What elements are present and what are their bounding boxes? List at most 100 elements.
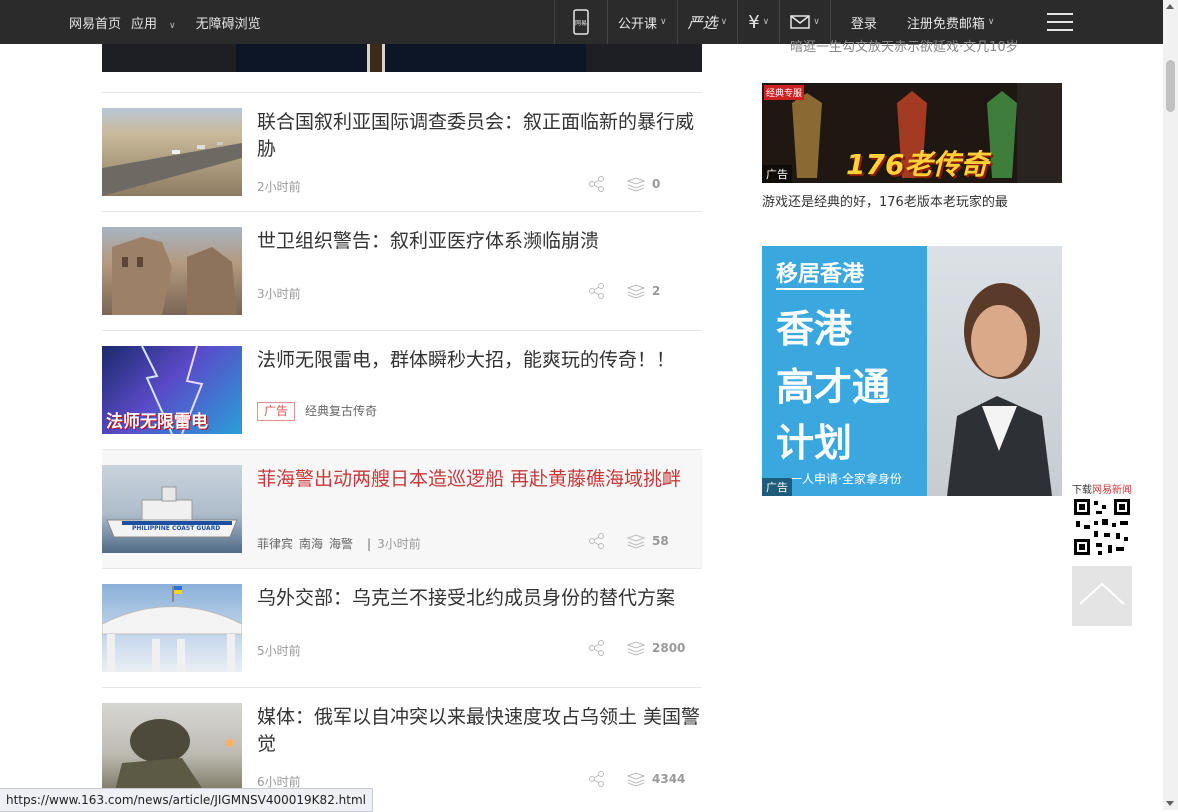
comment-stack-icon xyxy=(626,772,646,787)
share-icon[interactable] xyxy=(588,282,606,300)
news-time: 5小时前 xyxy=(257,644,301,658)
ad-title[interactable]: 法师无限雷电，群体瞬秒大招，能爽玩的传奇！！ xyxy=(257,347,702,374)
ad-thumbnail[interactable]: 法师无限雷电 xyxy=(102,346,242,434)
news-item[interactable]: 世卫组织警告：叙利亚医疗体系濒临崩溃 3小时前 2 xyxy=(102,211,702,331)
hero-tie xyxy=(370,44,382,72)
ad-photo-panel xyxy=(927,246,1062,496)
news-time: 2小时前 xyxy=(257,180,301,194)
divider: | xyxy=(367,537,372,551)
news-title[interactable]: 菲海警出动两艘日本造巡逻船 再赴黄藤礁海域挑衅 xyxy=(257,466,702,493)
download-text: 下载 xyxy=(1072,485,1092,496)
comment-count[interactable]: 2 xyxy=(626,282,706,300)
ad-heading: 移居香港 xyxy=(776,256,865,290)
chevron-down-icon: ∨ xyxy=(720,17,728,27)
game-ad-badge: 经典专服 xyxy=(764,85,805,100)
game-ad-title: 176老传奇 xyxy=(846,148,989,181)
ad-source[interactable]: 经典复古传奇 xyxy=(305,404,377,418)
tag-link[interactable]: 南海 xyxy=(299,537,323,551)
qr-code-icon[interactable] xyxy=(1072,497,1132,557)
chevron-down-icon: ∨ xyxy=(762,17,770,27)
news-tags: 菲律宾 南海 海警 | 3小时前 xyxy=(257,535,427,552)
yanxuan-menu[interactable]: 严选 ∨ xyxy=(676,0,738,44)
comment-stack-icon xyxy=(626,534,646,549)
hero-suit xyxy=(236,44,586,72)
sidebar-ad-hongkong[interactable]: 移居香港 香港 高才通 计划 一人申请·全家拿身份 广告 xyxy=(762,246,1062,496)
ad-meta: 广告 经典复古传奇 xyxy=(257,402,377,421)
download-app-label[interactable]: 下载网易新闻 xyxy=(1072,481,1132,496)
ruined-building-scene xyxy=(112,237,237,315)
apps-menu[interactable]: 应用 ∨ xyxy=(131,13,186,32)
ad-footer: 一人申请·全家拿身份 xyxy=(790,472,902,486)
news-title[interactable]: 乌外交部：乌克兰不接受北约成员身份的替代方案 xyxy=(257,585,702,612)
ad-badge: 广告 xyxy=(257,402,296,421)
ad-thumb-text: 法师无限雷电 xyxy=(106,412,208,432)
back-to-top-button[interactable] xyxy=(1072,566,1132,626)
news-thumbnail[interactable] xyxy=(102,584,242,672)
sidebar-ad-game[interactable]: 经典专服 176老传奇 广告 xyxy=(762,83,1062,183)
comment-count-value: 58 xyxy=(652,534,669,548)
ad-line-1: 香港 xyxy=(776,307,853,351)
woman-on-phone xyxy=(947,283,1052,496)
scroll-down-arrow-icon[interactable] xyxy=(1166,801,1174,806)
scroll-thumb[interactable] xyxy=(1166,60,1175,112)
phone-icon: 网易 xyxy=(573,9,589,35)
apps-label: 应用 xyxy=(131,16,158,32)
menu-icon[interactable] xyxy=(1047,13,1073,31)
comment-stack-icon xyxy=(626,177,646,192)
comment-count-value: 2 xyxy=(652,284,661,298)
comment-count[interactable]: 2800 xyxy=(626,639,706,657)
tag-link[interactable]: 菲律宾 xyxy=(257,537,293,551)
news-title[interactable]: 世卫组织警告：叙利亚医疗体系濒临崩溃 xyxy=(257,228,702,255)
news-title[interactable]: 媒体：俄军以自冲突以来最快速度攻占乌领土 美国警觉 xyxy=(257,704,702,758)
ad-news-item[interactable]: 法师无限雷电 法师无限雷电，群体瞬秒大招，能爽玩的传奇！！ 广告 经典复古传奇 xyxy=(102,330,702,450)
comment-count-value: 2800 xyxy=(652,641,686,655)
news-thumbnail[interactable]: PHILIPPINE COAST GUARD xyxy=(102,465,242,553)
accessible-browse-link[interactable]: 无障碍浏览 xyxy=(196,13,261,32)
sidebar-ad-caption[interactable]: 游戏还是经典的好，176老版本老玩家的最 xyxy=(762,191,1008,210)
columns-building-scene xyxy=(102,586,242,672)
news-thumbnail[interactable] xyxy=(102,108,242,196)
ad-line-2: 高才通 xyxy=(776,365,891,409)
comment-stack-icon xyxy=(626,284,646,299)
share-icon[interactable] xyxy=(588,770,606,788)
share-icon[interactable] xyxy=(588,532,606,550)
mobile-news-link[interactable]: 网易 xyxy=(554,0,607,44)
scroll-up-arrow-icon[interactable] xyxy=(1166,4,1174,9)
chevron-down-icon: ∨ xyxy=(813,17,820,27)
share-icon[interactable] xyxy=(588,175,606,193)
comment-count[interactable]: 0 xyxy=(626,175,706,193)
news-item-hovered[interactable]: PHILIPPINE COAST GUARD 菲海警出动两艘日本造巡逻船 再赴黄… xyxy=(102,449,702,569)
register-email-label: 注册免费邮箱 xyxy=(906,16,985,32)
share-icon[interactable] xyxy=(588,639,606,657)
mail-icon xyxy=(790,15,811,29)
pay-icon: ¥ xyxy=(748,11,760,33)
svg-text:网易: 网易 xyxy=(575,20,587,27)
home-link[interactable]: 网易首页 xyxy=(69,13,121,32)
comment-count-value: 4344 xyxy=(652,772,686,786)
news-item[interactable]: 乌外交部：乌克兰不接受北约成员身份的替代方案 5小时前 2800 xyxy=(102,568,702,688)
app-name: 网易新闻 xyxy=(1092,485,1132,496)
news-thumbnail[interactable] xyxy=(102,227,242,315)
road-scene xyxy=(102,142,242,196)
open-course-label: 公开课 xyxy=(618,16,658,32)
ad-label: 广告 xyxy=(762,478,792,496)
hero-image[interactable] xyxy=(102,44,702,72)
browser-status-url: https://www.163.com/news/article/JIGMNSV… xyxy=(0,788,373,812)
page-scrollbar[interactable] xyxy=(1163,0,1178,810)
comment-count[interactable]: 4344 xyxy=(626,770,706,788)
coast-guard-ship-scene xyxy=(106,486,238,538)
ship-label: PHILIPPINE COAST GUARD xyxy=(132,525,221,532)
news-time: 3小时前 xyxy=(377,537,421,551)
news-item[interactable]: 联合国叙利亚国际调查委员会：叙正面临新的暴行威胁 2小时前 0 xyxy=(102,92,702,212)
ad-line-3: 计划 xyxy=(776,421,853,465)
pay-menu[interactable]: ¥ ∨ xyxy=(737,0,779,44)
sidebar-cut-text[interactable]: 暗逛一生勾文放天赤示欲延戏·文几10岁 xyxy=(790,36,1019,55)
comment-count[interactable]: 58 xyxy=(626,532,706,550)
comment-count-value: 0 xyxy=(652,177,661,191)
comment-stack-icon xyxy=(626,641,646,656)
tag-link[interactable]: 海警 xyxy=(329,537,353,551)
news-title[interactable]: 联合国叙利亚国际调查委员会：叙正面临新的暴行威胁 xyxy=(257,109,702,163)
chevron-down-icon: ∨ xyxy=(660,17,667,27)
chevron-down-icon: ∨ xyxy=(169,20,176,31)
open-course-menu[interactable]: 公开课 ∨ xyxy=(607,0,677,44)
